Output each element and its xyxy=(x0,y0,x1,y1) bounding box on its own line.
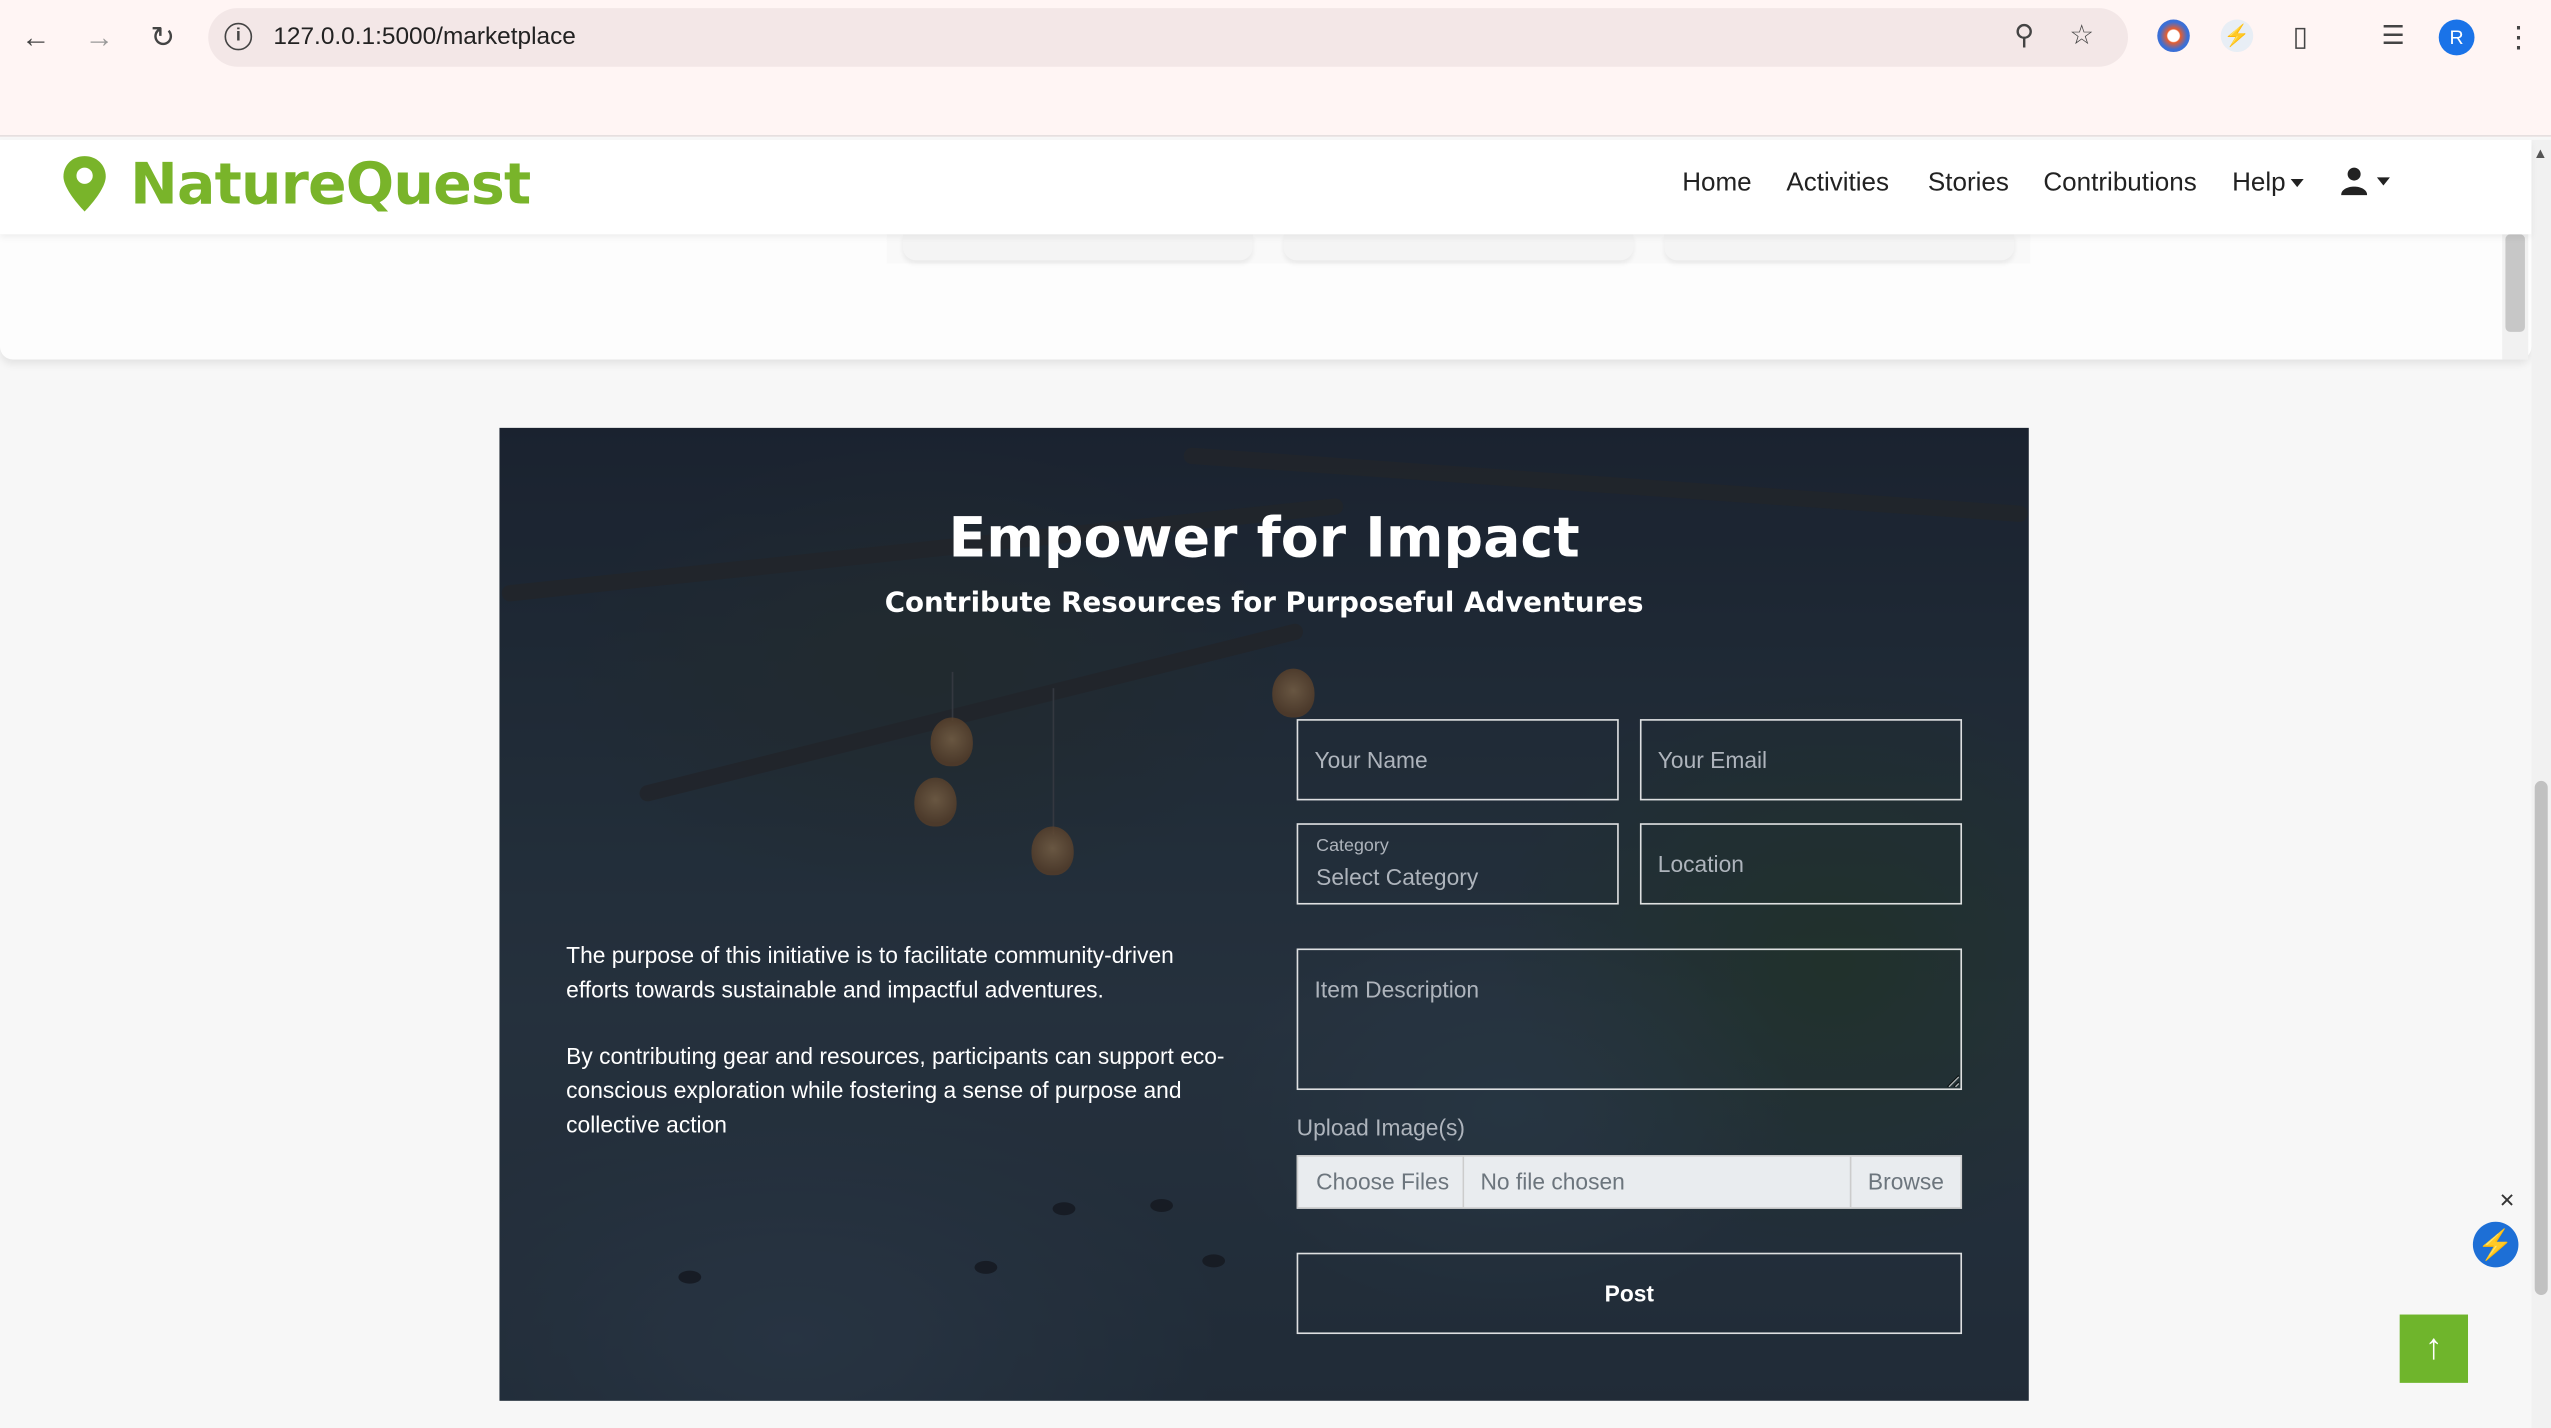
nav-contributions[interactable]: Contributions xyxy=(2043,169,2196,198)
bookmark-star-icon[interactable]: ☆ xyxy=(2069,20,2094,53)
address-bar[interactable]: i 127.0.0.1:5000/marketplace ⚲ ☆ xyxy=(208,8,2128,67)
card-bottom-edge xyxy=(1664,234,2015,261)
back-to-top-button[interactable]: ↑ xyxy=(2399,1314,2469,1383)
scroll-up-icon[interactable]: ▲ xyxy=(2533,145,2548,161)
zoom-icon[interactable]: ⚲ xyxy=(2014,20,2034,53)
nav-help-label: Help xyxy=(2232,169,2286,197)
forward-icon[interactable]: → xyxy=(80,18,119,57)
extension-icon[interactable] xyxy=(2157,19,2190,53)
brand-logo[interactable]: NatureQuest xyxy=(130,153,531,218)
embedded-frame xyxy=(0,234,2532,360)
arrow-up-icon: ↑ xyxy=(2424,1325,2443,1367)
media-control-icon[interactable]: ☰ xyxy=(2374,18,2413,57)
card-bottom-edge xyxy=(1283,234,1634,261)
lightning-widget-icon[interactable]: ⚡ xyxy=(2472,1221,2519,1268)
intro-paragraph: By contributing gear and resources, part… xyxy=(566,1042,1225,1137)
file-upload-group[interactable]: Choose Files No file chosen Browse xyxy=(1296,1155,1963,1209)
choose-files-button[interactable]: Choose Files xyxy=(1298,1156,1465,1208)
chevron-down-icon xyxy=(2376,176,2390,185)
hero-subtitle: Contribute Resources for Purposeful Adve… xyxy=(884,587,1644,620)
category-value: Select Category xyxy=(1316,863,1479,890)
site-navbar: NatureQuest Home Activities Stories Cont… xyxy=(0,139,2532,235)
extensions-puzzle-icon[interactable]: ▯ xyxy=(2281,18,2320,57)
intro-paragraph: The purpose of this initiative is to fac… xyxy=(566,941,1174,1002)
file-status: No file chosen xyxy=(1464,1156,1852,1208)
hero-title: Empower for Impact xyxy=(948,505,1580,572)
item-description-textarea[interactable] xyxy=(1296,948,1963,1091)
embedded-scrollbar[interactable] xyxy=(2502,234,2529,360)
page-scrollbar[interactable]: ▲ xyxy=(2531,139,2551,1428)
lightning-extension-icon[interactable]: ⚡ xyxy=(2220,19,2254,53)
category-label: Category xyxy=(1316,836,1389,856)
nav-home[interactable]: Home xyxy=(1682,169,1751,198)
chevron-down-icon xyxy=(2290,179,2304,188)
browser-menu-icon[interactable]: ⋮ xyxy=(2499,18,2538,57)
browse-button[interactable]: Browse xyxy=(1849,1156,1961,1208)
browser-toolbar: ← → ↻ i 127.0.0.1:5000/marketplace ⚲ ☆ ⚡… xyxy=(0,0,2551,137)
nav-activities[interactable]: Activities xyxy=(1786,169,1889,198)
name-input[interactable] xyxy=(1296,719,1619,801)
user-icon xyxy=(2341,167,2368,196)
address-url[interactable]: 127.0.0.1:5000/marketplace xyxy=(273,23,576,51)
post-button[interactable]: Post xyxy=(1296,1252,1963,1335)
back-icon[interactable]: ← xyxy=(16,18,55,57)
category-select[interactable]: Category Select Category xyxy=(1296,823,1619,905)
close-icon[interactable]: ✕ xyxy=(2499,1189,2515,1212)
upload-label: Upload Image(s) xyxy=(1296,1114,1466,1141)
hero-intro: The purpose of this initiative is to fac… xyxy=(566,939,1233,1141)
reload-icon[interactable]: ↻ xyxy=(143,18,182,57)
scroll-thumb[interactable] xyxy=(2505,234,2525,332)
nav-help-dropdown[interactable]: Help xyxy=(2232,169,2304,198)
profile-avatar[interactable]: R xyxy=(2438,19,2475,56)
card-bottom-edge xyxy=(902,234,1253,261)
email-input[interactable] xyxy=(1639,719,1963,801)
nav-stories[interactable]: Stories xyxy=(1928,169,2009,198)
scroll-thumb[interactable] xyxy=(2534,780,2548,1296)
location-input[interactable] xyxy=(1639,823,1963,905)
map-pin-icon[interactable] xyxy=(62,155,108,214)
page-root: ← → ↻ i 127.0.0.1:5000/marketplace ⚲ ☆ ⚡… xyxy=(0,0,2551,1428)
user-menu-dropdown[interactable] xyxy=(2341,166,2390,196)
contribution-hero: Empower for Impact Contribute Resources … xyxy=(499,427,2029,1401)
site-info-icon[interactable]: i xyxy=(224,22,253,51)
